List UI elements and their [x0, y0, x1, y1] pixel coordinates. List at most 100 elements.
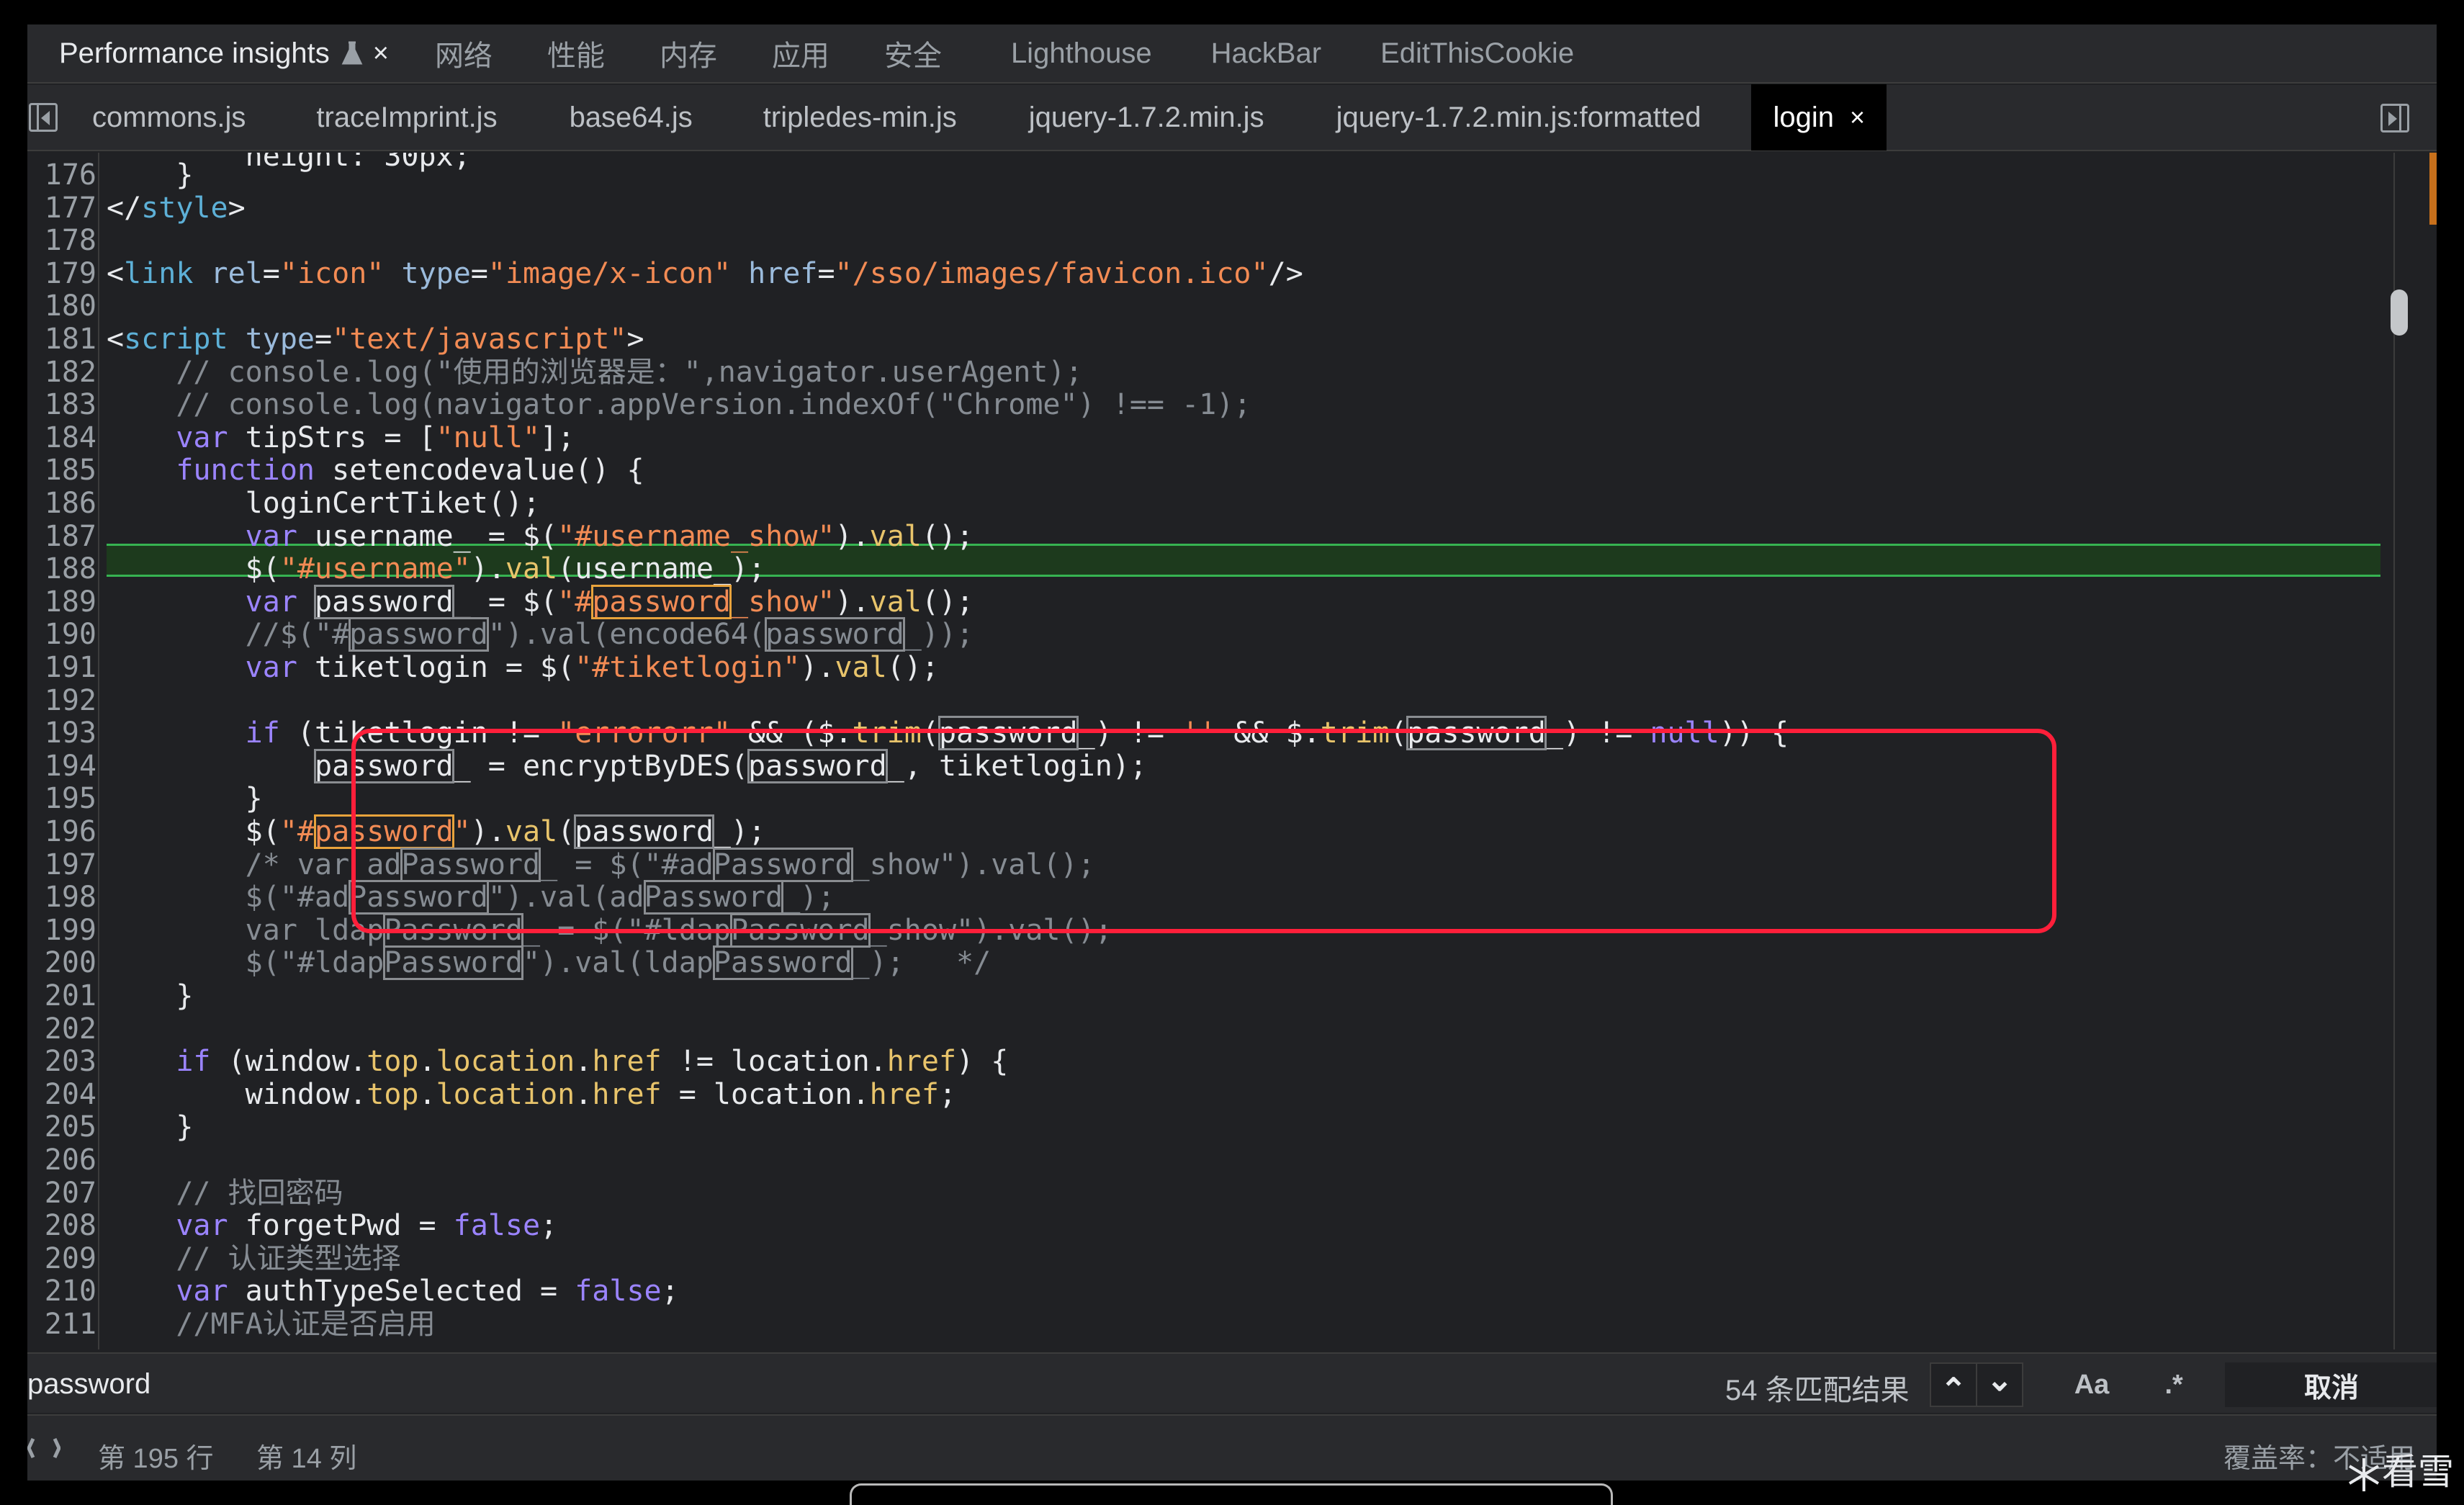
code-area[interactable]: height: 30px; } </style> <link rel="icon" …	[107, 153, 2437, 1349]
line-number: 191	[44, 651, 96, 684]
file-tab-traceimprint[interactable]: traceImprint.js	[316, 84, 497, 150]
code-line: }	[107, 1110, 194, 1144]
search-next-button[interactable]: ⌄	[1976, 1362, 2023, 1407]
tab-application[interactable]: 应用	[772, 24, 829, 83]
regex-label: .*	[2164, 1369, 2183, 1400]
code-line: }	[107, 979, 194, 1012]
file-tab-login[interactable]: login ×	[1751, 84, 1887, 150]
line-number: 179	[44, 256, 96, 290]
tab-lighthouse[interactable]: Lighthouse	[1011, 24, 1152, 83]
window-resize-handle[interactable]	[850, 1483, 1613, 1505]
tab-label: Performance insights	[59, 37, 330, 69]
code-line: // console.log(navigator.appVersion.inde…	[107, 388, 1251, 422]
line-number: 209	[44, 1241, 96, 1275]
line-number: 208	[44, 1209, 96, 1243]
line-number: 177	[44, 191, 96, 225]
tab-memory[interactable]: 内存	[660, 24, 717, 83]
code-line: $("#password").val(password_);	[107, 814, 766, 849]
code-line: <script type="text/javascript">	[107, 323, 644, 356]
line-number: 207	[44, 1176, 96, 1210]
line-number: 187	[44, 519, 96, 553]
code-line: function setencodevalue() {	[176, 454, 644, 488]
file-tab-label: base64.js	[569, 101, 693, 133]
line-number: 201	[44, 979, 96, 1012]
file-tab-label: tripledes-min.js	[763, 101, 957, 133]
chevron-down-icon: ⌄	[1986, 1362, 2013, 1398]
search-prev-button[interactable]: ⌃	[1930, 1362, 1977, 1408]
tab-performance-insights[interactable]: Performance insights ×	[27, 24, 402, 83]
line-number: 196	[44, 815, 96, 848]
search-input[interactable]	[27, 1361, 1683, 1407]
line-number: 183	[44, 388, 96, 422]
file-tab-label: commons.js	[92, 101, 246, 133]
regex-button[interactable]: .*	[2141, 1362, 2206, 1407]
tab-label: Lighthouse	[1010, 37, 1152, 69]
line-number: 184	[44, 421, 96, 454]
code-line: $("#ldapPassword").val(ldapPassword_); *…	[107, 945, 992, 981]
file-tab-label: jquery-1.7.2.min.js	[1028, 101, 1264, 133]
code-line: </style>	[107, 191, 246, 225]
line-number: 195	[44, 782, 96, 816]
file-tab-label: traceImprint.js	[316, 101, 498, 133]
tab-label: 安全	[883, 40, 942, 72]
code-line: window.top.location.href = location.href…	[107, 1077, 957, 1111]
toggle-navigator-icon[interactable]	[29, 103, 58, 132]
file-tab-commons[interactable]: commons.js	[92, 84, 246, 150]
match-case-button[interactable]: Aa	[2059, 1362, 2124, 1407]
code-line: var tiketlogin = $("#tiketlogin").val();	[245, 651, 939, 684]
search-bar: 54 条匹配结果 ⌃ ⌄ Aa .* 取消	[27, 1352, 2437, 1413]
close-icon[interactable]: ×	[373, 38, 389, 69]
line-number: 186	[44, 487, 96, 520]
code-line: password_ = encryptByDES(password_, tike…	[313, 748, 1147, 783]
file-tab-jquery-formatted[interactable]: jquery-1.7.2.min.js:formatted	[1336, 84, 1701, 150]
toggle-debugger-icon[interactable]	[2380, 104, 2409, 132]
line-number: 200	[44, 946, 96, 980]
line-number: 190	[44, 618, 96, 652]
code-line: $("#adPassword").val(adPassword_);	[107, 880, 835, 915]
code-line: // 找回密码	[107, 1176, 343, 1210]
search-cancel-button[interactable]: 取消	[2225, 1362, 2437, 1407]
code-editor[interactable]: 176 177 178 179 180 181 182 183 184 185 186 187 188 1…	[27, 153, 2437, 1349]
tab-editthiscookie[interactable]: EditThisCookie	[1380, 24, 1574, 83]
format-icon[interactable]	[27, 1432, 60, 1465]
code-line: var forgetPwd = false;	[176, 1209, 558, 1243]
code-line: loginCertTiket();	[107, 487, 541, 520]
match-count: 54 条匹配结果	[1725, 1375, 1910, 1406]
file-tab-label: jquery-1.7.2.min.js:formatted	[1336, 101, 1701, 133]
file-tab-tripledes[interactable]: tripledes-min.js	[763, 84, 957, 150]
file-tab-jquery[interactable]: jquery-1.7.2.min.js	[1029, 84, 1264, 150]
line-number: 199	[44, 913, 96, 947]
line-number: 197	[44, 848, 96, 881]
watermark-text: 看雪	[2382, 1452, 2454, 1492]
line-number: 181	[44, 323, 96, 356]
code-line: }	[107, 158, 194, 192]
tab-hackbar[interactable]: HackBar	[1211, 24, 1321, 83]
cancel-label: 取消	[2303, 1373, 2359, 1403]
line-number: 192	[44, 683, 96, 717]
line-number: 202	[44, 1012, 96, 1046]
code-line: //MFA认证是否启用	[107, 1308, 436, 1341]
tab-performance[interactable]: 性能	[547, 24, 605, 83]
status-bar: 第 195 行 第 14 列 覆盖率：不适用	[27, 1414, 2437, 1481]
line-number: 206	[44, 1144, 96, 1177]
tab-network[interactable]: 网络	[435, 24, 493, 83]
code-line: //$("#password").val(encode64(password_)…	[107, 617, 974, 652]
code-line: $("#username").val(username_);	[107, 552, 766, 586]
tab-security[interactable]: 安全	[884, 24, 942, 83]
tab-label: 网络	[434, 40, 493, 72]
close-icon[interactable]: ×	[1850, 102, 1865, 132]
panel-tab-bar: Performance insights × 网络 性能 内存 应用 安全 Li…	[27, 24, 2437, 84]
code-line: var tipStrs = ["null"];	[176, 421, 575, 454]
cursor-line: 第 195 行	[98, 1444, 214, 1474]
line-number: 198	[44, 881, 96, 915]
line-number: 182	[44, 355, 96, 389]
file-tab-label: login	[1773, 101, 1834, 133]
file-tab-base64[interactable]: base64.js	[570, 84, 693, 150]
tab-label: EditThisCookie	[1380, 37, 1575, 69]
line-number: 210	[44, 1275, 96, 1308]
scrollbar-thumb[interactable]	[2391, 289, 2408, 336]
code-line: <link rel="icon" type="image/x-icon" hre…	[107, 256, 1303, 290]
line-number: 188	[44, 552, 96, 586]
line-number: 185	[44, 454, 96, 488]
code-line: var authTypeSelected = false;	[176, 1275, 679, 1308]
